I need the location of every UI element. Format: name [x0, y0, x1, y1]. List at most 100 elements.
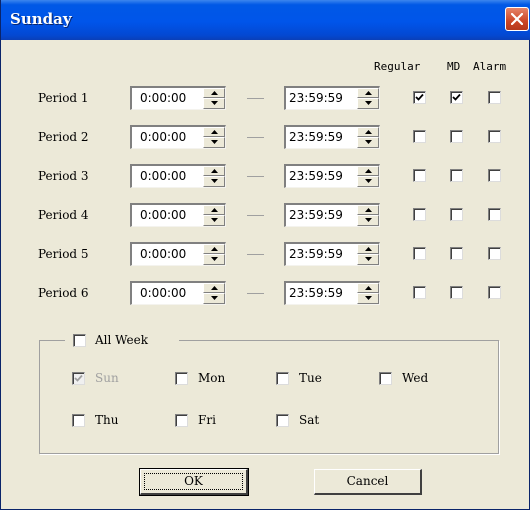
- spin-down-button[interactable]: [203, 254, 225, 265]
- spin-buttons: [203, 244, 225, 265]
- md-checkbox[interactable]: [450, 130, 463, 143]
- day-checkbox-tue[interactable]: [276, 372, 289, 385]
- arrow-up-icon: [211, 169, 218, 173]
- day-label: Thu: [95, 413, 119, 427]
- spin-buttons: [203, 88, 225, 109]
- md-checkbox[interactable]: [450, 169, 463, 182]
- end-time-value: 23:59:59: [289, 130, 343, 144]
- spin-down-button[interactable]: [203, 293, 225, 304]
- arrow-up-icon: [365, 208, 372, 212]
- spin-up-button[interactable]: [357, 205, 379, 215]
- range-dash: [247, 254, 264, 255]
- end-time-spinner[interactable]: 23:59:59: [284, 203, 380, 227]
- day-label: Mon: [198, 371, 226, 385]
- spin-buttons: [203, 283, 225, 304]
- period-label: Period 5: [38, 247, 89, 261]
- regular-checkbox[interactable]: [413, 169, 426, 182]
- all-week-legend: All Week: [65, 331, 179, 349]
- period-label: Period 3: [38, 169, 89, 183]
- spin-up-button[interactable]: [357, 283, 379, 293]
- alarm-checkbox[interactable]: [488, 91, 501, 104]
- spin-up-button[interactable]: [203, 205, 225, 215]
- alarm-checkbox[interactable]: [488, 286, 501, 299]
- period-label: Period 1: [38, 91, 89, 105]
- spin-down-button[interactable]: [357, 98, 379, 109]
- spin-down-button[interactable]: [357, 215, 379, 226]
- spin-up-button[interactable]: [203, 127, 225, 137]
- start-time-spinner[interactable]: 0:00:00: [130, 164, 226, 188]
- arrow-down-icon: [365, 257, 372, 261]
- md-checkbox[interactable]: [450, 286, 463, 299]
- range-dash: [247, 137, 264, 138]
- md-checkbox[interactable]: [450, 247, 463, 260]
- start-time-spinner[interactable]: 0:00:00: [130, 86, 226, 110]
- spin-buttons: [357, 283, 379, 304]
- day-checkbox-thu[interactable]: [72, 414, 85, 427]
- spin-down-button[interactable]: [357, 254, 379, 265]
- arrow-down-icon: [211, 296, 218, 300]
- end-time-spinner[interactable]: 23:59:59: [284, 164, 380, 188]
- arrow-up-icon: [211, 286, 218, 290]
- spin-up-button[interactable]: [203, 283, 225, 293]
- alarm-checkbox[interactable]: [488, 130, 501, 143]
- regular-checkbox[interactable]: [413, 91, 426, 104]
- ok-button[interactable]: OK: [139, 468, 249, 496]
- spin-up-button[interactable]: [203, 166, 225, 176]
- md-checkbox[interactable]: [450, 208, 463, 221]
- spin-down-button[interactable]: [203, 98, 225, 109]
- spin-down-button[interactable]: [357, 293, 379, 304]
- spin-down-button[interactable]: [203, 215, 225, 226]
- spin-down-button[interactable]: [357, 176, 379, 187]
- start-time-spinner[interactable]: 0:00:00: [130, 242, 226, 266]
- column-header-md: MD: [447, 60, 461, 73]
- ok-label: OK: [184, 474, 203, 488]
- end-time-spinner[interactable]: 23:59:59: [284, 125, 380, 149]
- spin-down-button[interactable]: [357, 137, 379, 148]
- title-bar[interactable]: Sunday: [1, 0, 530, 40]
- day-checkbox-wed[interactable]: [379, 372, 392, 385]
- end-time-value: 23:59:59: [289, 208, 343, 222]
- day-label: Fri: [198, 413, 216, 427]
- arrow-down-icon: [365, 218, 372, 222]
- spin-down-button[interactable]: [203, 176, 225, 187]
- end-time-spinner[interactable]: 23:59:59: [284, 242, 380, 266]
- start-time-value: 0:00:00: [140, 208, 187, 222]
- cancel-button[interactable]: Cancel: [314, 469, 422, 495]
- spin-down-button[interactable]: [203, 137, 225, 148]
- end-time-spinner[interactable]: 23:59:59: [284, 281, 380, 305]
- all-week-label: All Week: [95, 333, 148, 347]
- spin-up-button[interactable]: [357, 166, 379, 176]
- spin-buttons: [357, 88, 379, 109]
- arrow-down-icon: [211, 140, 218, 144]
- arrow-up-icon: [365, 91, 372, 95]
- day-checkbox-sat[interactable]: [276, 414, 289, 427]
- start-time-spinner[interactable]: 0:00:00: [130, 203, 226, 227]
- spin-up-button[interactable]: [203, 88, 225, 98]
- arrow-up-icon: [211, 130, 218, 134]
- alarm-checkbox[interactable]: [488, 169, 501, 182]
- regular-checkbox[interactable]: [413, 247, 426, 260]
- start-time-spinner[interactable]: 0:00:00: [130, 125, 226, 149]
- spin-up-button[interactable]: [357, 127, 379, 137]
- spin-up-button[interactable]: [357, 88, 379, 98]
- spin-buttons: [203, 205, 225, 226]
- spin-up-button[interactable]: [357, 244, 379, 254]
- regular-checkbox[interactable]: [413, 286, 426, 299]
- all-week-checkbox[interactable]: [73, 334, 86, 347]
- alarm-checkbox[interactable]: [488, 247, 501, 260]
- day-checkbox-sun[interactable]: [72, 372, 85, 385]
- sunday-dialog: Sunday Regular MD Alarm Period 1 0:00:00 2…: [0, 0, 530, 510]
- close-icon: [511, 13, 523, 25]
- alarm-checkbox[interactable]: [488, 208, 501, 221]
- spin-up-button[interactable]: [203, 244, 225, 254]
- end-time-spinner[interactable]: 23:59:59: [284, 86, 380, 110]
- day-label: Tue: [299, 371, 322, 385]
- md-checkbox[interactable]: [450, 91, 463, 104]
- check-icon: [415, 93, 424, 101]
- regular-checkbox[interactable]: [413, 130, 426, 143]
- close-button[interactable]: [505, 7, 529, 31]
- day-checkbox-fri[interactable]: [175, 414, 188, 427]
- regular-checkbox[interactable]: [413, 208, 426, 221]
- day-checkbox-mon[interactable]: [175, 372, 188, 385]
- start-time-spinner[interactable]: 0:00:00: [130, 281, 226, 305]
